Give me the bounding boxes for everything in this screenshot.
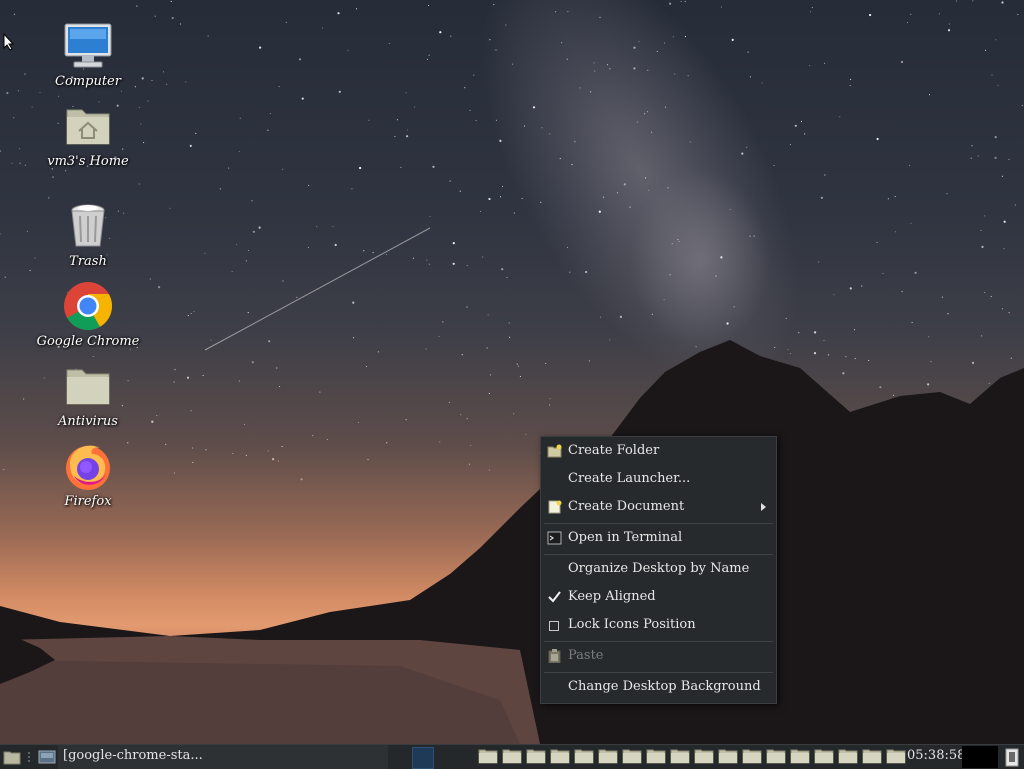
menu-item-create-launcher[interactable]: Create Launcher... [541,465,776,493]
taskbar-folder-icon[interactable] [526,748,546,764]
taskbar-window-label: [google-chrome-sta... [63,748,203,763]
menu-item-lock-icons-position[interactable]: Lock Icons Position [541,611,776,639]
firefox-icon [66,445,110,490]
mouse-cursor [3,32,15,55]
desktop-icon-computer[interactable]: Computer [30,20,146,89]
desktop-icon-label: Computer [55,74,121,89]
desktop-context-menu: Create Folder Create Launcher... Create … [540,436,777,704]
menu-item-label: Lock Icons Position [568,617,696,632]
desktop-wallpaper[interactable] [0,0,1024,744]
workspace-folders [478,748,910,766]
desktop-icon-label: Trash [69,254,107,269]
menu-item-label: Create Document [568,499,685,514]
taskbar-folder-icon[interactable] [478,748,498,764]
taskbar-folder-icon[interactable] [862,748,882,764]
desktop-icon-firefox[interactable]: Firefox [30,440,146,509]
taskbar-folder-icon[interactable] [550,748,570,764]
taskbar-folder-icon[interactable] [670,748,690,764]
taskbar-folder-icon[interactable] [502,748,522,764]
menu-item-keep-aligned[interactable]: Keep Aligned [541,583,776,611]
chrome-icon [64,282,113,331]
home-folder-icon [66,109,110,145]
taskbar-folder-icon[interactable] [598,748,618,764]
desktop-icon-label: Google Chrome [36,334,140,349]
desktop-icon-label: vm3's Home [47,154,129,169]
wallpaper-image [0,0,1024,744]
taskbar-folder-icon[interactable] [838,748,858,764]
workspace-switcher-active[interactable] [412,747,434,769]
desktop-icon-label: Firefox [64,494,112,509]
menu-item-label: Change Desktop Background [568,679,761,694]
taskbar-folder-icon[interactable] [718,748,738,764]
computer-icon [64,23,112,68]
taskbar-folder-icon[interactable] [742,748,762,764]
desktop-icon-trash[interactable]: Trash [30,200,146,269]
taskbar-folder-icon[interactable] [694,748,714,764]
taskbar-window-button[interactable]: [google-chrome-sta... [58,745,388,769]
taskbar-folder-icon[interactable] [766,748,786,764]
menu-item-create-folder[interactable]: Create Folder [541,437,776,465]
checkbox-icon [549,621,559,631]
terminal-icon [547,531,562,545]
menu-item-label: Organize Desktop by Name [568,561,750,576]
taskbar-folder-icon[interactable] [814,748,834,764]
checkmark-icon [548,591,561,603]
system-tray[interactable] [962,746,998,768]
paste-icon [548,649,561,663]
folder-new-icon [547,444,562,458]
desktop-icon-antivirus[interactable]: Antivirus [30,360,146,429]
desktop-icon-label: Antivirus [58,414,118,429]
taskbar-folder-icon[interactable] [886,748,906,764]
menu-item-open-in-terminal[interactable]: Open in Terminal [541,524,776,552]
menu-item-label: Create Folder [568,443,660,458]
menu-item-label: Paste [568,648,604,663]
submenu-arrow-icon [761,503,766,511]
applications-menu-icon[interactable] [2,747,22,767]
trash-icon [71,204,105,247]
menu-item-create-document[interactable]: Create Document [541,493,776,521]
taskbar-folder-icon[interactable] [790,748,810,764]
menu-item-change-desktop-background[interactable]: Change Desktop Background [541,673,776,701]
desktop-icon-google-chrome[interactable]: Google Chrome [30,280,146,349]
menu-item-organize-desktop-by-name[interactable]: Organize Desktop by Name [541,555,776,583]
menu-item-label: Keep Aligned [568,589,656,604]
desktop-icon-home[interactable]: vm3's Home [30,100,146,169]
trash-applet-icon[interactable] [1004,747,1020,767]
menu-item-label: Open in Terminal [568,530,683,545]
menu-item-label: Create Launcher... [568,471,691,486]
taskbar-folder-icon[interactable] [574,748,594,764]
document-new-icon [548,500,562,514]
taskbar-folder-icon[interactable] [622,748,642,764]
menu-item-paste: Paste [541,642,776,670]
panel-handle-icon[interactable] [26,747,32,767]
clock[interactable]: 05:38:58 [907,745,965,767]
taskbar-folder-icon[interactable] [646,748,666,764]
taskbar: [google-chrome-sta... 05:38:58 [0,744,1024,769]
show-desktop-icon[interactable] [37,747,57,767]
folder-icon [66,369,110,405]
